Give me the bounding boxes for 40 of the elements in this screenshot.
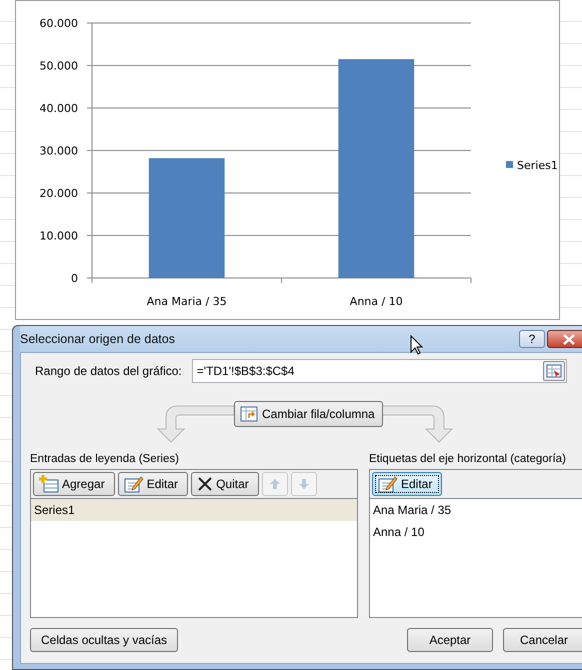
range-field[interactable]: ='TD1'!$B$3:$C$4 [192,359,567,383]
edit-button[interactable]: Editar [372,472,442,496]
mouse-cursor-icon [410,335,423,355]
axis-tick-label: 0 [71,272,78,285]
axis-tick-label: 50.000 [40,60,78,72]
up-arrow-icon [268,478,281,490]
list-item[interactable]: Anna / 10 [370,521,582,543]
dialog-title: Seleccionar origen de datos [20,332,175,346]
axis-tick-label: 10.000 [40,230,78,242]
down-arrow-icon [298,478,310,490]
remove-button[interactable]: Quitar [191,472,259,496]
hidden-empty-cells-button[interactable]: Celdas ocultas y vacías [30,628,178,652]
edit-button[interactable]: Editar [118,472,188,496]
help-button[interactable]: ? [519,330,545,348]
edit-icon [378,475,398,493]
add-button[interactable]: Agregar [33,472,115,496]
field-label: Rango de datos del gráfico: [35,364,182,378]
pane-heading: Etiquetas del eje horizontal (categoría) [369,453,567,467]
list-item[interactable]: Ana Maria / 35 [370,499,582,521]
add-series-icon [39,475,59,493]
switch-row-column-button[interactable]: Cambiar fila/columna [234,401,383,427]
range-picker-icon [546,364,562,378]
category-label: Anna / 10 [350,295,403,308]
axis-tick-label: 60.000 [40,17,78,30]
category-label: Ana Maria / 35 [146,295,227,308]
list-item[interactable]: Series1 [31,499,357,521]
ok-button[interactable]: Aceptar [407,628,493,652]
legend-marker [506,161,513,168]
cancel-button[interactable]: Cancelar [503,628,582,652]
axis-tick-label: 20.000 [40,187,78,200]
close-icon [562,334,576,344]
axis-tick-label: 30.000 [40,144,78,158]
axis-tick-label: 40.000 [40,102,78,115]
range-picker-button[interactable] [542,361,565,381]
switch-table-icon [240,406,258,422]
close-icon [197,476,214,492]
pane-heading: Entradas de leyenda (Series) [30,453,180,467]
close-button[interactable] [547,330,582,348]
edit-icon [124,475,144,493]
legend-label: Series1 [517,159,558,172]
